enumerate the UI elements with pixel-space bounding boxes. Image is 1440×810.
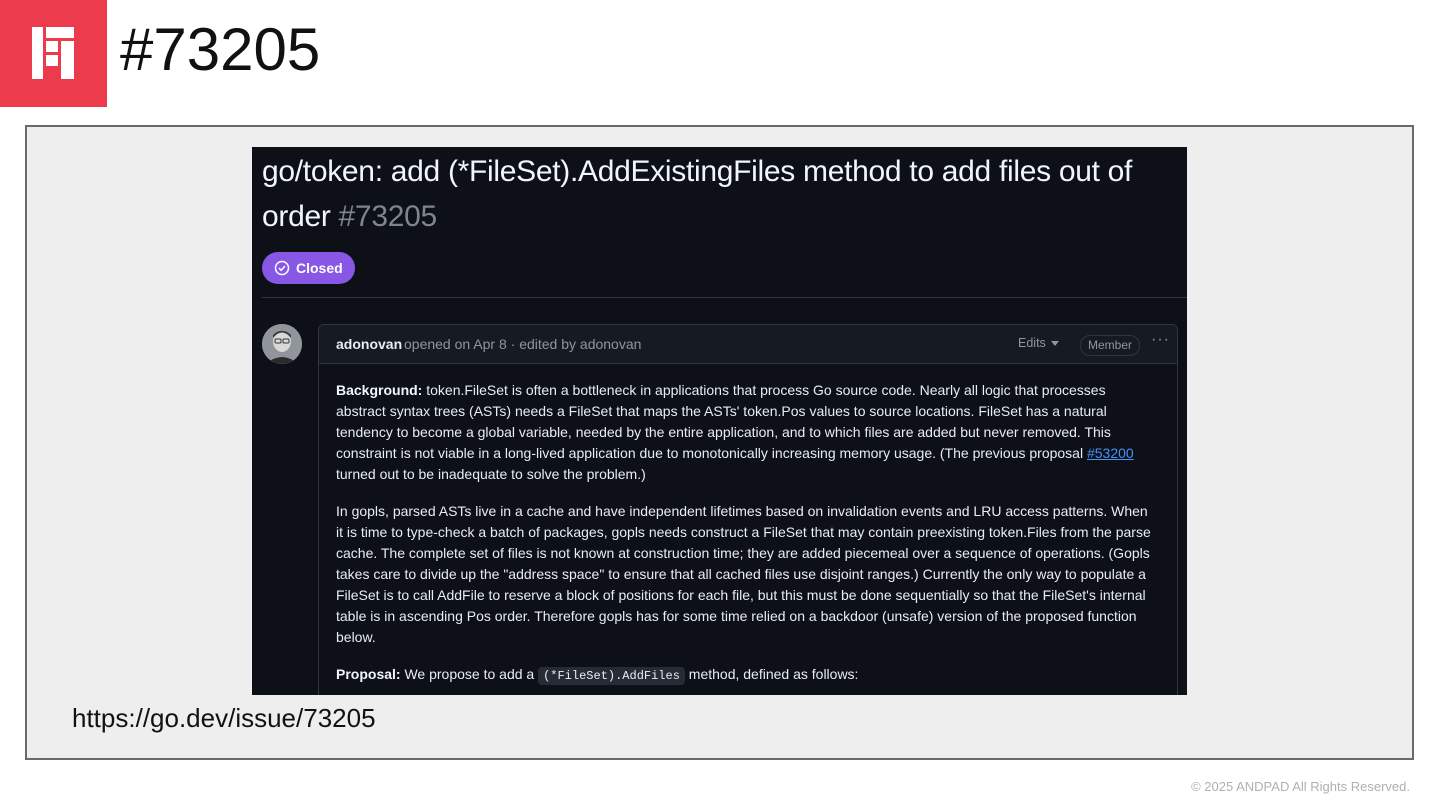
source-url: https://go.dev/issue/73205 xyxy=(72,703,376,733)
brand-logo xyxy=(0,0,107,107)
comment-meta: opened on Apr 8 · edited by adonovan xyxy=(404,336,642,352)
background-strong: Background: xyxy=(336,382,423,398)
edits-dropdown[interactable]: Edits xyxy=(1018,336,1059,350)
member-badge: Member xyxy=(1080,335,1141,356)
edits-label: Edits xyxy=(1018,336,1046,350)
proposal-text: We propose to add a xyxy=(400,666,539,682)
background-text: token.FileSet is often a bottleneck in a… xyxy=(336,382,1111,461)
author-avatar[interactable] xyxy=(262,324,302,364)
issue-title: go/token: add (*FileSet).AddExistingFile… xyxy=(262,149,1187,239)
issue-link-53200[interactable]: #53200 xyxy=(1087,445,1134,461)
slide-title: #73205 xyxy=(120,16,321,83)
caret-down-icon xyxy=(1050,340,1059,346)
comment-header: adonovan opened on Apr 8 · edited by ado… xyxy=(319,325,1177,364)
comment-body: Background: token.FileSet is often a bot… xyxy=(336,380,1158,695)
paragraph-background: Background: token.FileSet is often a bot… xyxy=(336,380,1158,485)
github-issue-screenshot: go/token: add (*FileSet).AddExistingFile… xyxy=(252,147,1187,695)
issue-number: #73205 xyxy=(338,200,438,233)
proposal-tail: method, defined as follows: xyxy=(684,666,859,682)
proposal-strong: Proposal: xyxy=(336,666,401,682)
paragraph-gopls: In gopls, parsed ASTs live in a cache an… xyxy=(336,503,1151,645)
background-tail: turned out to be inadequate to solve the… xyxy=(336,466,646,482)
more-options-icon[interactable]: ··· xyxy=(1151,331,1170,349)
comment-author-link[interactable]: adonovan xyxy=(336,336,402,352)
andpad-logo-icon xyxy=(32,27,74,79)
issue-state-label: Closed xyxy=(296,260,343,276)
inline-code: (*FileSet).AddFiles xyxy=(538,667,685,685)
issue-state-badge: Closed xyxy=(262,252,355,284)
paragraph-proposal: Proposal: We propose to add a (*FileSet)… xyxy=(336,664,1158,687)
copyright-footer: © 2025 ANDPAD All Rights Reserved. xyxy=(1191,779,1410,794)
avatar-portrait-icon xyxy=(262,324,302,364)
check-circle-icon xyxy=(274,260,290,276)
header-divider xyxy=(262,297,1187,298)
issue-comment: adonovan opened on Apr 8 · edited by ado… xyxy=(318,324,1178,695)
